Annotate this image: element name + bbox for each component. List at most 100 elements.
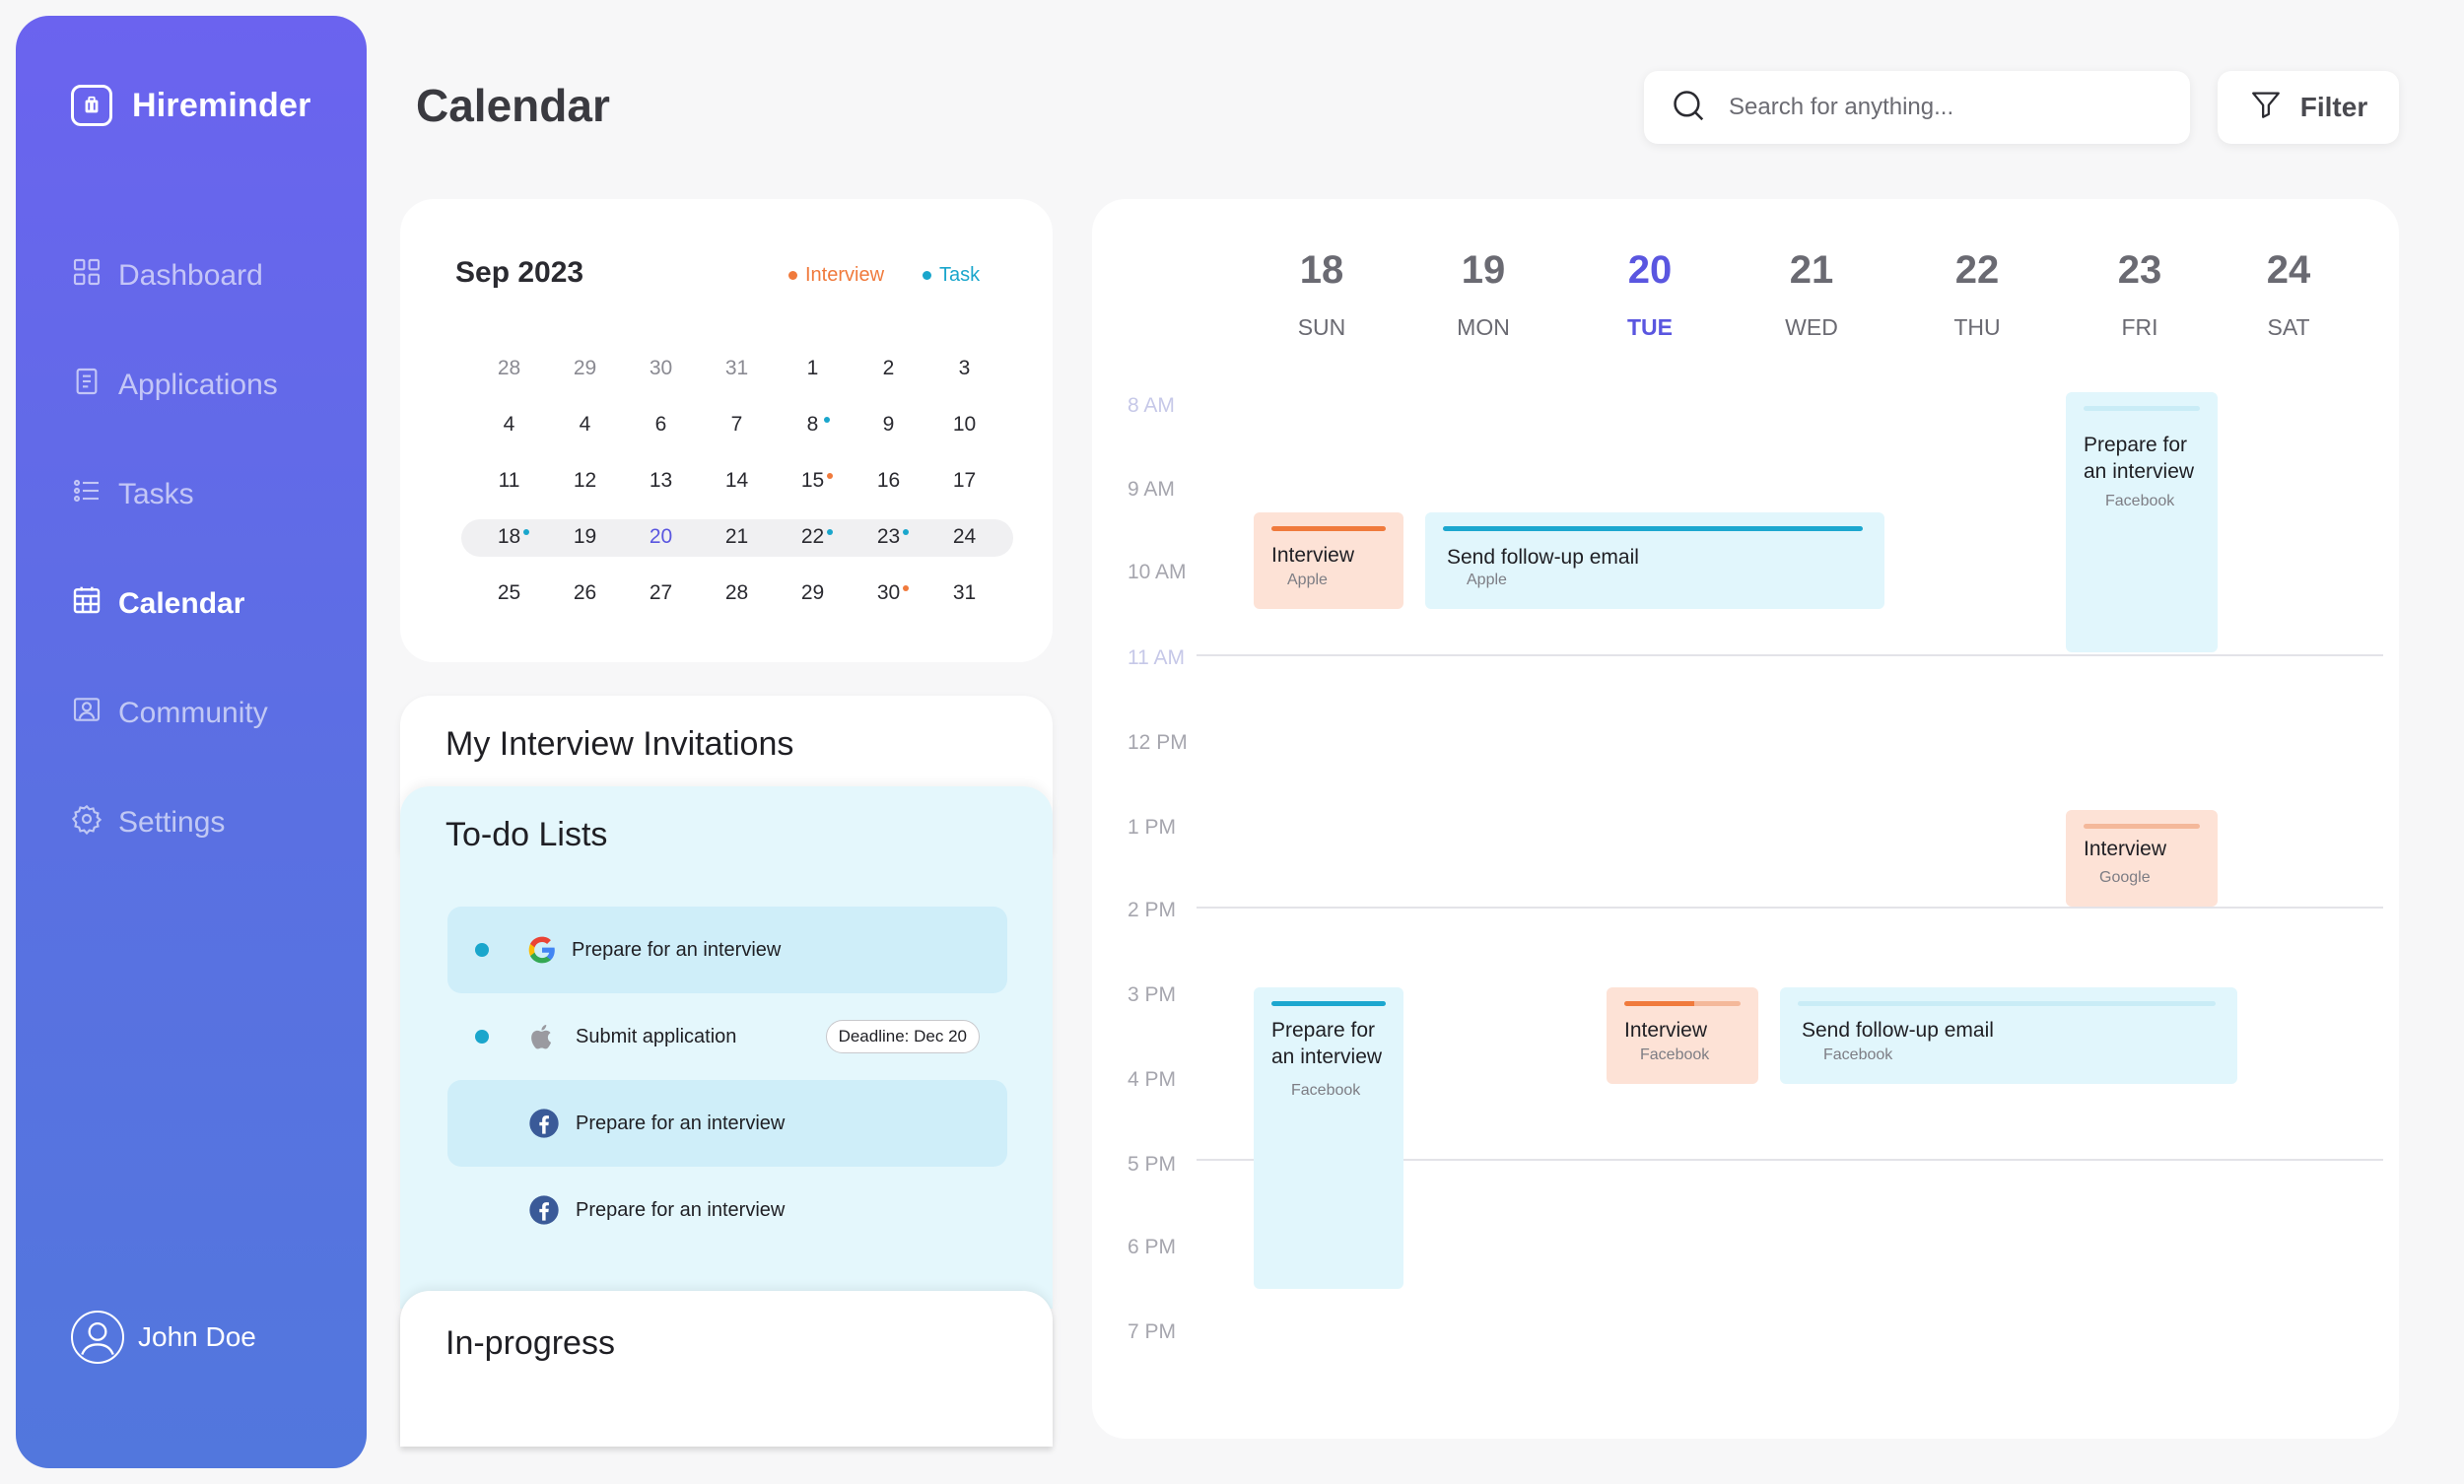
filter-button[interactable]: Filter (2218, 71, 2399, 144)
page-title: Calendar (416, 80, 610, 131)
nav-item-community[interactable]: Community (71, 694, 268, 733)
mini-day[interactable]: 2 (851, 349, 926, 405)
time-label: 2 PM (1128, 899, 1177, 921)
legend-interview-label: Interview (805, 264, 885, 286)
week-calendar: 18 SUN 19 MON 20 TUE 21 WED 22 THU 23 FRI 24 SA… (1092, 199, 2399, 1439)
event-company: Facebook (1823, 1046, 1893, 1063)
todo-item[interactable]: Prepare for an interview (447, 1080, 1007, 1167)
mini-day[interactable]: 14 (699, 461, 775, 517)
nav-item-applications[interactable]: Applications (71, 366, 278, 405)
mini-day[interactable]: 27 (623, 573, 699, 630)
mini-day-with-task[interactable]: 22 (775, 517, 851, 573)
mini-day[interactable]: 29 (775, 573, 851, 630)
day-name: FRI (2121, 314, 2158, 340)
nav-label-settings: Settings (118, 806, 226, 839)
facebook-icon (528, 1108, 560, 1139)
mini-day-with-interview[interactable]: 15 (775, 461, 851, 517)
in-progress-panel[interactable]: In-progress (400, 1291, 1053, 1447)
mini-day[interactable]: 28 (471, 349, 547, 405)
day-header-sat[interactable]: 24 SAT (2229, 248, 2348, 341)
mini-day[interactable]: 7 (699, 405, 775, 461)
todo-item[interactable]: Submit application Deadline: Dec 20 (447, 993, 1007, 1080)
nav-item-dashboard[interactable]: Dashboard (71, 256, 263, 296)
event-follow-up-apple[interactable]: Send follow-up email Apple (1425, 512, 1884, 609)
mini-day-number: 8 (806, 413, 819, 436)
user-profile[interactable]: John Doe (71, 1311, 256, 1364)
event-color-bar (1798, 1001, 2216, 1006)
mini-day[interactable]: 9 (851, 405, 926, 461)
mini-day[interactable]: 31 (926, 573, 1002, 630)
event-title: Interview (1624, 1019, 1708, 1042)
mini-day[interactable]: 30 (623, 349, 699, 405)
todo-item[interactable]: Prepare for an interview (447, 1167, 1007, 1253)
day-header-thu[interactable]: 22 THU (1918, 248, 2036, 341)
event-interview-google[interactable]: Interview Google (2066, 810, 2218, 907)
mini-day[interactable]: 31 (699, 349, 775, 405)
task-marker-icon (824, 417, 830, 423)
brand[interactable]: Hireminder (71, 85, 311, 126)
search-input[interactable] (1729, 94, 2123, 121)
event-company: Apple (1287, 572, 1328, 588)
mini-day[interactable]: 17 (926, 461, 1002, 517)
mini-day[interactable]: 4 (471, 405, 547, 461)
event-interview-apple[interactable]: Interview Apple (1254, 512, 1403, 609)
day-number: 23 (2117, 248, 2162, 292)
event-prepare-facebook-fri[interactable]: Prepare for an interview Facebook (2066, 392, 2218, 652)
day-header-tue-today[interactable]: 20 TUE (1591, 248, 1709, 341)
interview-dot-icon (788, 271, 797, 280)
day-number: 18 (1299, 248, 1344, 292)
mini-day-with-task[interactable]: 18 (471, 517, 547, 573)
mini-day[interactable]: 12 (547, 461, 623, 517)
day-header-wed[interactable]: 21 WED (1752, 248, 1871, 341)
day-header-fri[interactable]: 23 FRI (2081, 248, 2199, 341)
event-title: Prepare for an interview (1271, 1019, 1383, 1068)
mini-day[interactable]: 21 (699, 517, 775, 573)
mini-day[interactable]: 10 (926, 405, 1002, 461)
todo-item-text: Prepare for an interview (576, 1198, 786, 1221)
day-name: MON (1457, 314, 1510, 340)
event-prepare-facebook-sun[interactable]: Prepare for an interview Facebook (1254, 987, 1403, 1289)
mini-day[interactable]: 24 (926, 517, 1002, 573)
mini-day-today[interactable]: 20 (623, 517, 699, 573)
mini-day[interactable]: 16 (851, 461, 926, 517)
time-label: 12 PM (1128, 731, 1188, 754)
mini-day-with-task[interactable]: 8 (775, 405, 851, 461)
nav-item-settings[interactable]: Settings (71, 803, 225, 843)
mini-day[interactable]: 26 (547, 573, 623, 630)
mini-day[interactable]: 11 (471, 461, 547, 517)
task-dot-icon (923, 271, 931, 280)
day-header-sun[interactable]: 18 SUN (1263, 248, 1381, 341)
calendar-icon (71, 584, 103, 624)
nav-item-tasks[interactable]: Tasks (71, 475, 194, 514)
mini-day[interactable]: 19 (547, 517, 623, 573)
mini-day[interactable]: 25 (471, 573, 547, 630)
mini-day[interactable]: 4 (547, 405, 623, 461)
todo-item-text: Submit application (576, 1025, 737, 1047)
time-label: 8 AM (1128, 394, 1175, 417)
legend-task-label: Task (939, 264, 981, 286)
event-interview-facebook[interactable]: Interview Facebook (1607, 987, 1758, 1084)
mini-day-with-task[interactable]: 23 (851, 517, 926, 573)
time-label: 6 PM (1128, 1236, 1177, 1258)
day-header-mon[interactable]: 19 MON (1424, 248, 1542, 341)
todo-item[interactable]: Prepare for an interview (447, 907, 1007, 993)
mini-calendar: Sep 2023 Interview Task 28 29 30 31 1 2 … (400, 199, 1053, 662)
mini-day[interactable]: 1 (775, 349, 851, 405)
mini-day[interactable]: 3 (926, 349, 1002, 405)
search-bar[interactable] (1644, 71, 2190, 144)
mini-day[interactable]: 28 (699, 573, 775, 630)
mini-day-number: 18 (497, 525, 521, 548)
mini-day-number: 15 (800, 469, 825, 492)
mini-day[interactable]: 13 (623, 461, 699, 517)
mini-day-with-interview[interactable]: 30 (851, 573, 926, 630)
interview-marker-icon (827, 473, 833, 479)
day-number: 24 (2266, 248, 2311, 292)
mini-day[interactable]: 29 (547, 349, 623, 405)
event-color-bar (1624, 1001, 1741, 1006)
day-number: 22 (1954, 248, 2000, 292)
interview-marker-icon (903, 585, 909, 591)
event-follow-up-facebook[interactable]: Send follow-up email Facebook (1780, 987, 2237, 1084)
day-name: TUE (1627, 314, 1673, 340)
mini-day[interactable]: 6 (623, 405, 699, 461)
nav-item-calendar[interactable]: Calendar (71, 584, 244, 624)
